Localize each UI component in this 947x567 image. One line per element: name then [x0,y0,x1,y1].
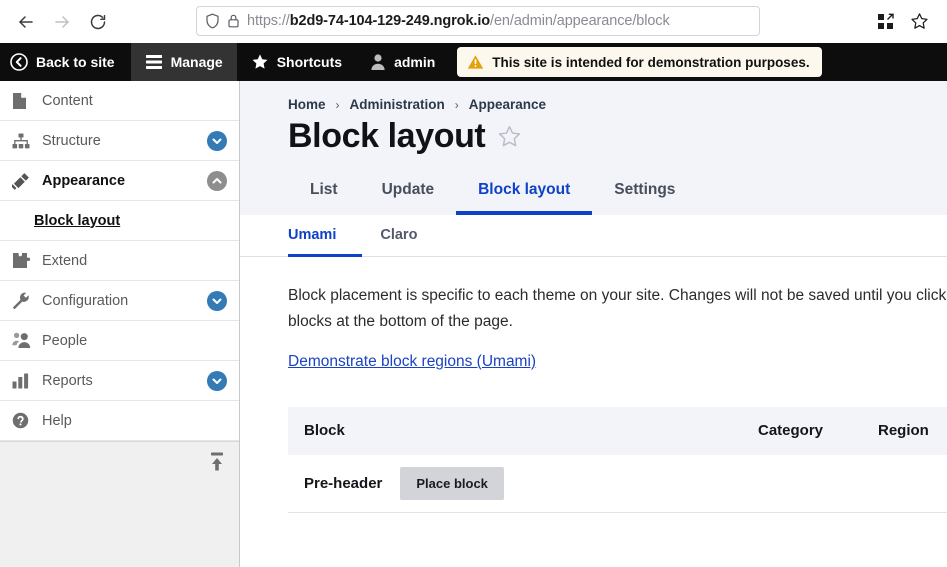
breadcrumb-separator: › [454,97,459,112]
question-circle-icon [12,412,34,429]
sidebar-item-extend[interactable]: Extend [0,241,239,281]
address-bar[interactable]: https://b2d9-74-104-129-249.ngrok.io/en/… [196,6,760,36]
url-host: b2d9-74-104-129-249.ngrok.io [289,13,491,29]
url-path: /en/admin/appearance/block [490,13,670,29]
person-icon [370,53,386,71]
tab-settings[interactable]: Settings [592,169,697,215]
page-title: Block layout [288,117,486,155]
sidebar-item-reports[interactable]: Reports [0,361,239,401]
people-icon [12,332,34,349]
warning-triangle-icon [467,54,484,70]
star-filled-icon [251,53,269,71]
sitemap-icon [12,133,34,149]
sidebar-label-structure: Structure [42,132,101,149]
toolbar-back-label: Back to site [36,54,115,70]
toolbar-manage-label: Manage [170,54,223,70]
secondary-tabs: Umami Claro [240,215,947,258]
extensions-grid-icon[interactable] [871,7,899,35]
demo-warning-text: This site is intended for demonstration … [492,54,810,70]
shield-icon [205,13,220,29]
region-label-pre-header: Pre-header [304,474,383,492]
reload-button[interactable] [82,6,114,38]
wrench-icon [12,292,34,310]
drupal-admin-toolbar: Back to site Manage Shortcuts admin This… [0,43,947,81]
page-header: Home › Administration › Appearance Block… [240,81,947,170]
dock-to-top-icon[interactable] [205,448,229,476]
sidebar-label-appearance: Appearance [42,172,126,189]
sidebar-label-content: Content [42,92,93,109]
demo-site-warning: This site is intended for demonstration … [457,47,822,77]
forward-button[interactable] [46,6,78,38]
browser-chrome: https://b2d9-74-104-129-249.ngrok.io/en/… [0,0,947,43]
toolbar-back-to-site[interactable]: Back to site [0,43,131,81]
sidebar-item-people[interactable]: People [0,321,239,361]
url-text: https://b2d9-74-104-129-249.ngrok.io/en/… [247,13,670,29]
sidebar-label-reports: Reports [42,372,93,389]
hamburger-icon [145,54,163,70]
breadcrumb-item-home[interactable]: Home [288,97,326,112]
sidebar-label-configuration: Configuration [42,292,129,309]
bar-chart-icon [12,373,34,389]
admin-sidebar: Content Structure Appearance Block layou… [0,81,240,567]
sidebar-footer [0,441,239,567]
toolbar-manage[interactable]: Manage [130,43,237,81]
sidebar-item-content[interactable]: Content [0,81,239,121]
content-body: Block placement is specific to each them… [240,257,947,513]
puzzle-icon [12,252,34,269]
theme-tab-umami[interactable]: Umami [288,215,363,258]
url-scheme: https:// [247,13,290,29]
table-row: Pre-header Place block [288,455,947,513]
place-block-button[interactable]: Place block [400,466,504,500]
page-body: Content Structure Appearance Block layou… [0,81,947,567]
toolbar-account-label: admin [394,54,436,70]
circle-chevron-left-icon [10,53,28,71]
sidebar-label-block-layout: Block layout [34,212,121,229]
sidebar-item-block-layout[interactable]: Block layout [0,201,239,241]
column-header-category: Category [758,422,824,440]
block-layout-table: Block Category Region Pre-header Place b… [288,406,947,513]
column-header-region: Region [878,422,929,440]
sidebar-label-help: Help [42,412,72,429]
theme-tab-claro[interactable]: Claro [362,215,435,257]
table-header-row: Block Category Region [288,406,947,455]
chevron-up-icon[interactable] [207,170,227,191]
breadcrumb-separator: › [335,97,340,112]
toolbar-user-account[interactable]: admin [356,43,449,81]
tab-list[interactable]: List [288,169,360,215]
toolbar-shortcuts-label: Shortcuts [276,54,343,70]
sidebar-label-people: People [42,332,88,349]
star-outline-icon[interactable] [497,124,522,149]
file-icon [12,92,34,110]
sidebar-label-extend: Extend [42,252,88,269]
primary-tabs: List Update Block layout Settings [240,169,947,216]
chevron-down-icon[interactable] [207,290,227,311]
main-content: Home › Administration › Appearance Block… [240,81,947,567]
column-header-block: Block [304,422,345,440]
sidebar-item-structure[interactable]: Structure [0,121,239,161]
paintbrush-icon [12,172,34,190]
page-title-row: Block layout [288,117,947,155]
tab-update[interactable]: Update [360,169,457,215]
sidebar-item-help[interactable]: Help [0,401,239,441]
sidebar-item-configuration[interactable]: Configuration [0,281,239,321]
chevron-down-icon[interactable] [207,130,227,151]
browser-nav-buttons [0,6,114,38]
intro-text: Block placement is specific to each them… [288,287,947,330]
chevron-down-icon[interactable] [207,370,227,391]
lock-icon [227,13,240,29]
sidebar-item-appearance[interactable]: Appearance [0,161,239,201]
bookmark-star-icon[interactable] [905,7,933,35]
tab-block-layout[interactable]: Block layout [456,169,593,216]
breadcrumb-item-administration[interactable]: Administration [350,97,445,112]
breadcrumb: Home › Administration › Appearance [288,97,947,112]
back-button[interactable] [10,6,42,38]
toolbar-shortcuts[interactable]: Shortcuts [237,43,356,81]
breadcrumb-item-appearance[interactable]: Appearance [469,97,546,112]
browser-toolbar-actions [865,6,939,36]
demonstrate-block-regions-link[interactable]: Demonstrate block regions (Umami) [288,353,536,371]
